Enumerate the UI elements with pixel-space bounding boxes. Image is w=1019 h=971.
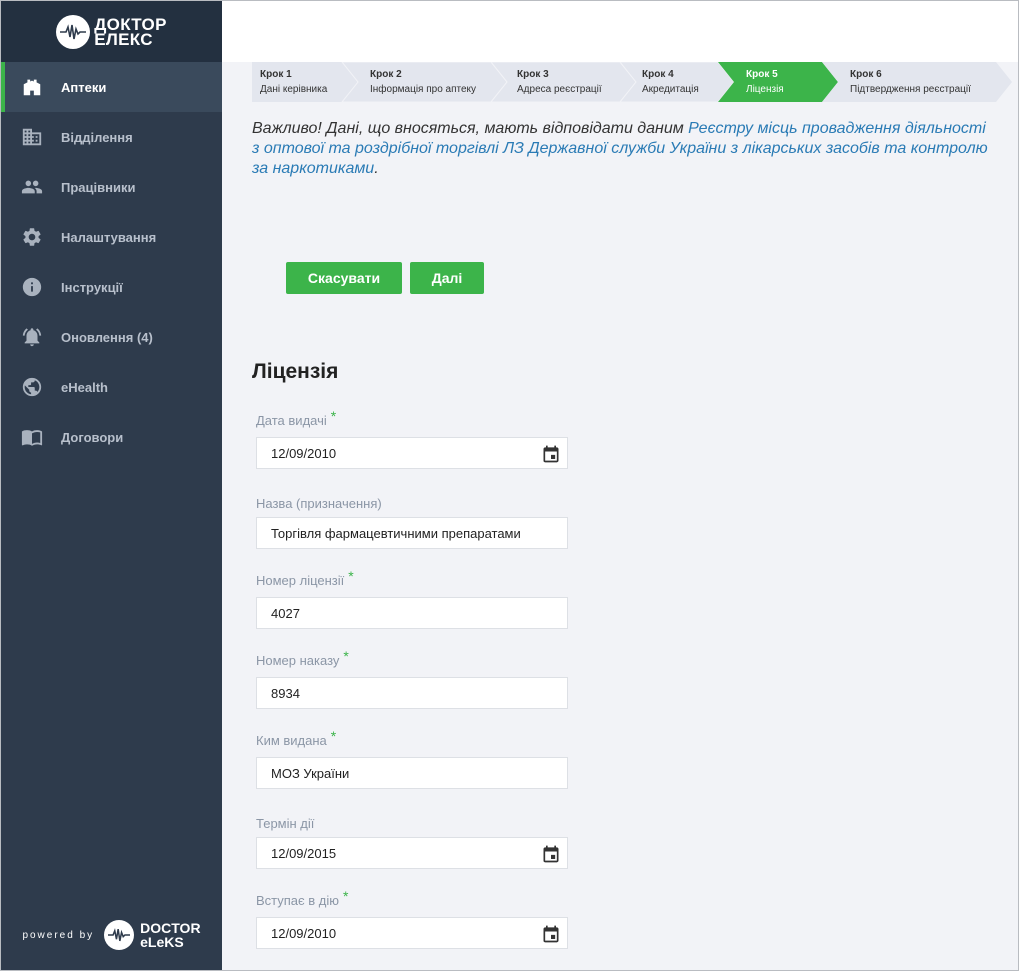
sidebar: ДОКТОР ЕЛЕКС Аптеки Відділення Працівник… [1,1,222,970]
step-title: Крок 6 [850,69,882,80]
sidebar-item-label: Інструкції [61,279,123,295]
powered-by-logo: powered by DOCTOR eLeKS [1,920,222,950]
purpose-label: Назва (призначення) [256,496,382,511]
field-label-text: Вступає в дію [256,893,340,908]
sidebar-item-label: Договори [61,429,124,445]
step-label: Підтвердження реєстрації [850,84,971,95]
order-number-label: Номер наказу * [256,648,349,668]
gear-icon [21,226,43,248]
people-icon [21,176,43,198]
info-icon [21,276,43,298]
sidebar-item-label: Працівники [61,179,136,195]
section-title: Ліцензія [252,360,339,383]
sidebar-item-label: Оновлення (4) [61,329,153,345]
sidebar-item-settings[interactable]: Налаштування [1,212,222,262]
step-5[interactable]: Крок 5 Ліцензія [738,62,784,102]
effective-date-field[interactable]: 12/09/2010 [256,917,568,949]
step-4[interactable]: Крок 4 Акредитація [634,62,699,102]
step-title: Крок 2 [370,69,402,80]
required-marker: * [330,728,337,744]
globe-icon [21,376,43,398]
field-label-text: Дата видачі [256,413,327,428]
field-value: 8934 [271,685,300,701]
step-6[interactable]: Крок 6 Підтвердження реєстрації [842,62,971,102]
step-title: Крок 1 [260,69,292,80]
powered-line2: eLeKS [140,934,184,950]
sidebar-item-employees[interactable]: Працівники [1,162,222,212]
field-label-text: Номер наказу [256,653,340,668]
required-marker: * [348,568,354,584]
field-label-text: Назва (призначення) [256,496,382,511]
sidebar-item-label: Відділення [61,129,133,145]
field-value: 12/09/2010 [271,925,337,941]
bell-icon [21,326,43,348]
pulse-logo-icon [104,920,135,950]
cancel-button[interactable]: Скасувати [286,262,402,294]
step-label: Ліцензія [746,84,784,95]
effective-date-label: Вступає в дію * [256,888,348,908]
sidebar-item-contracts[interactable]: Договори [1,412,222,462]
step-label: Дані керівника [260,84,328,95]
sidebar-item-updates[interactable]: Оновлення (4) [1,312,222,362]
issued-by-label: Ким видана * [256,728,336,748]
license-number-label: Номер ліцензії * [256,568,354,588]
step-3[interactable]: Крок 3 Адреса реєстрації [509,62,602,102]
required-marker: * [330,408,337,424]
app-window: ДОКТОР ЕЛЕКС Аптеки Відділення Працівник… [0,0,1019,971]
notice-prefix: Важливо! Дані, що вносяться, мають відпо… [252,120,689,137]
sidebar-item-departments[interactable]: Відділення [1,112,222,162]
building-icon [21,126,43,148]
issue-date-label: Дата видачі * [256,408,336,428]
powered-by-text: powered by [22,929,95,941]
field-label-text: Термін дії [256,816,315,831]
sidebar-item-label: eHealth [61,379,108,395]
logo-text: ДОКТОР ЕЛЕКС [94,16,166,49]
step-2[interactable]: Крок 2 Інформація про аптеку [362,62,476,102]
validity-date-field[interactable]: 12/09/2015 [256,837,568,869]
license-number-field[interactable]: 4027 [256,597,568,629]
notice-suffix: . [374,160,379,177]
logo-line2: ЕЛЕКС [94,29,153,49]
logo[interactable]: ДОКТОР ЕЛЕКС [1,1,222,62]
issue-date-field[interactable]: 12/09/2010 [256,437,568,469]
pharmacy-icon [21,76,43,98]
field-value: 12/09/2010 [271,445,337,461]
step-label: Адреса реєстрації [517,84,602,95]
step-label: Акредитація [642,84,699,95]
field-value: 4027 [271,605,300,621]
field-label-text: Ким видана [256,733,327,748]
calendar-icon[interactable] [541,924,561,944]
field-value: 12/09/2015 [271,845,337,861]
step-title: Крок 4 [642,69,674,80]
step-1[interactable]: Крок 1 Дані керівника [252,62,327,102]
required-marker: * [343,888,349,904]
step-title: Крок 5 [746,69,778,80]
powered-brand: DOCTOR eLeKS [140,921,200,949]
field-label-text: Номер ліцензії [256,573,345,588]
main-content: Крок 1 Дані керівника Крок 2 Інформація … [222,62,1018,970]
pulse-logo-icon [56,14,91,49]
sidebar-item-label: Налаштування [61,229,157,245]
validity-label: Термін дії [256,816,314,831]
book-icon [21,426,43,448]
required-marker: * [343,648,349,664]
next-button[interactable]: Далі [410,262,484,294]
field-value: Торгівля фармацевтичними препаратами [271,525,521,541]
top-bar [222,1,1018,62]
sidebar-item-pharmacies[interactable]: Аптеки [1,62,222,112]
step-label: Інформація про аптеку [370,84,477,95]
calendar-icon[interactable] [541,844,561,864]
powered-line1: DOCTOR [140,920,201,936]
field-value: МОЗ України [271,765,350,781]
sidebar-item-instructions[interactable]: Інструкції [1,262,222,312]
step-title: Крок 3 [517,69,549,80]
issued-by-field[interactable]: МОЗ України [256,757,568,789]
stepper: Крок 1 Дані керівника Крок 2 Інформація … [252,62,1012,102]
sidebar-item-ehealth[interactable]: eHealth [1,362,222,412]
order-number-field[interactable]: 8934 [256,677,568,709]
important-notice: Важливо! Дані, що вносяться, мають відпо… [252,119,992,179]
purpose-field[interactable]: Торгівля фармацевтичними препаратами [256,517,568,549]
calendar-icon[interactable] [541,444,561,464]
sidebar-item-label: Аптеки [61,79,107,95]
